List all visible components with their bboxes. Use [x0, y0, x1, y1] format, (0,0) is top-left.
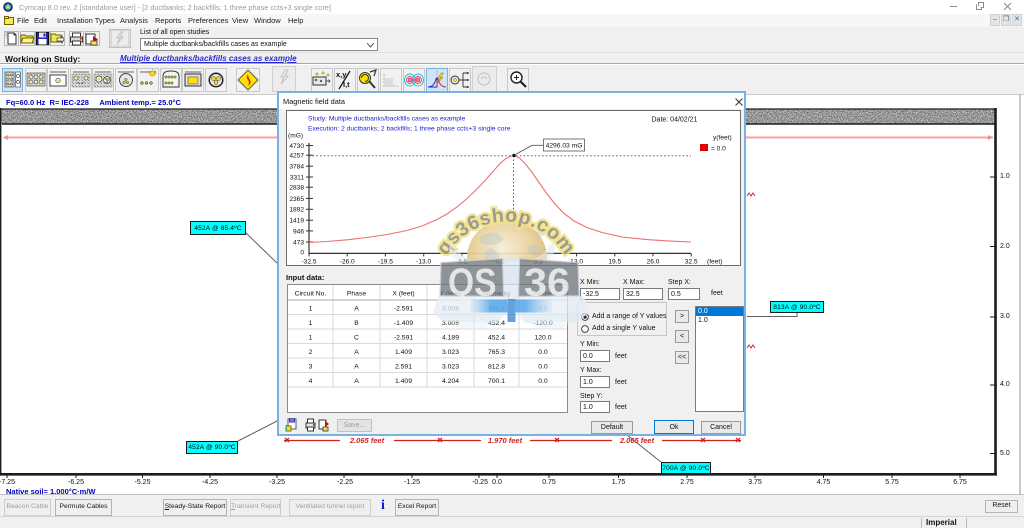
svg-text:B: B: [354, 320, 359, 327]
svg-text:QS: QS: [448, 262, 497, 305]
svg-text:2.591: 2.591: [395, 363, 412, 370]
svg-text:765.3: 765.3: [488, 349, 505, 356]
svg-text:-26.0: -26.0: [340, 259, 355, 266]
svg-text:2.065 feet: 2.065 feet: [619, 436, 655, 445]
svg-text:452.4: 452.4: [488, 334, 505, 341]
svg-text:3784: 3784: [289, 164, 304, 171]
svg-text:y(feet): y(feet): [713, 134, 732, 141]
svg-text:4730: 4730: [289, 143, 304, 150]
svg-text:3.023: 3.023: [442, 363, 459, 370]
svg-text:0.0: 0.0: [538, 349, 548, 356]
svg-text:700.1: 700.1: [488, 378, 505, 385]
svg-text:Study: Multiple ductbanks/back: Study: Multiple ductbanks/backfills case…: [308, 116, 466, 123]
svg-text:1: 1: [309, 334, 313, 341]
svg-text:2838: 2838: [289, 185, 304, 192]
svg-text:4: 4: [309, 378, 313, 385]
svg-text:= 0.0: = 0.0: [711, 146, 726, 153]
svg-text:(mG): (mG): [288, 133, 303, 140]
svg-text:1: 1: [309, 305, 313, 312]
svg-text:4296.03 mG: 4296.03 mG: [546, 143, 583, 150]
svg-text:Circuit No.: Circuit No.: [295, 291, 327, 298]
svg-text:3311: 3311: [290, 174, 305, 181]
svg-text:Date: 04/02/21: Date: 04/02/21: [652, 116, 698, 123]
svg-text:19.5: 19.5: [608, 259, 621, 266]
svg-text:A: A: [354, 363, 359, 370]
svg-text:0: 0: [300, 250, 304, 257]
svg-text:1.970 feet: 1.970 feet: [488, 436, 523, 445]
svg-text:3: 3: [309, 363, 313, 370]
svg-text:4.189: 4.189: [442, 334, 459, 341]
svg-text:4257: 4257: [289, 153, 304, 160]
svg-text:1.409: 1.409: [395, 349, 412, 356]
svg-text:2365: 2365: [289, 196, 304, 203]
svg-text:X (feet): X (feet): [392, 291, 414, 298]
svg-text:-1.409: -1.409: [394, 320, 413, 327]
svg-text:36: 36: [524, 262, 570, 305]
svg-text:A: A: [354, 378, 359, 385]
svg-text:A: A: [354, 349, 359, 356]
svg-text:1419: 1419: [289, 218, 304, 225]
svg-text:-2.591: -2.591: [394, 305, 413, 312]
svg-text:C: C: [354, 334, 359, 341]
svg-text:1: 1: [309, 320, 313, 327]
svg-text:946: 946: [293, 228, 304, 235]
svg-text:0.0: 0.0: [538, 363, 548, 370]
svg-text:2: 2: [309, 349, 313, 356]
svg-text:1.409: 1.409: [395, 378, 412, 385]
svg-text:473: 473: [293, 239, 304, 246]
svg-text:0.0: 0.0: [538, 378, 548, 385]
svg-text:-2.591: -2.591: [394, 334, 413, 341]
svg-text:3.023: 3.023: [442, 349, 459, 356]
svg-text:1892: 1892: [289, 207, 304, 214]
svg-text:Execution: 2 ductbanks; 2 back: Execution: 2 ductbanks; 2 backfills; 1 t…: [308, 125, 511, 132]
svg-text:2.065 feet: 2.065 feet: [349, 436, 385, 445]
svg-text:-19.5: -19.5: [378, 259, 393, 266]
svg-text:4.204: 4.204: [442, 378, 459, 385]
svg-text:A: A: [354, 305, 359, 312]
svg-text:32.5: 32.5: [685, 259, 698, 266]
svg-text:Phase: Phase: [347, 291, 366, 298]
svg-text:26.0: 26.0: [647, 259, 660, 266]
svg-text:120.0: 120.0: [534, 334, 551, 341]
svg-text:(feet): (feet): [707, 259, 722, 266]
svg-text:812.8: 812.8: [488, 363, 505, 370]
svg-text:-32.5: -32.5: [301, 259, 316, 266]
